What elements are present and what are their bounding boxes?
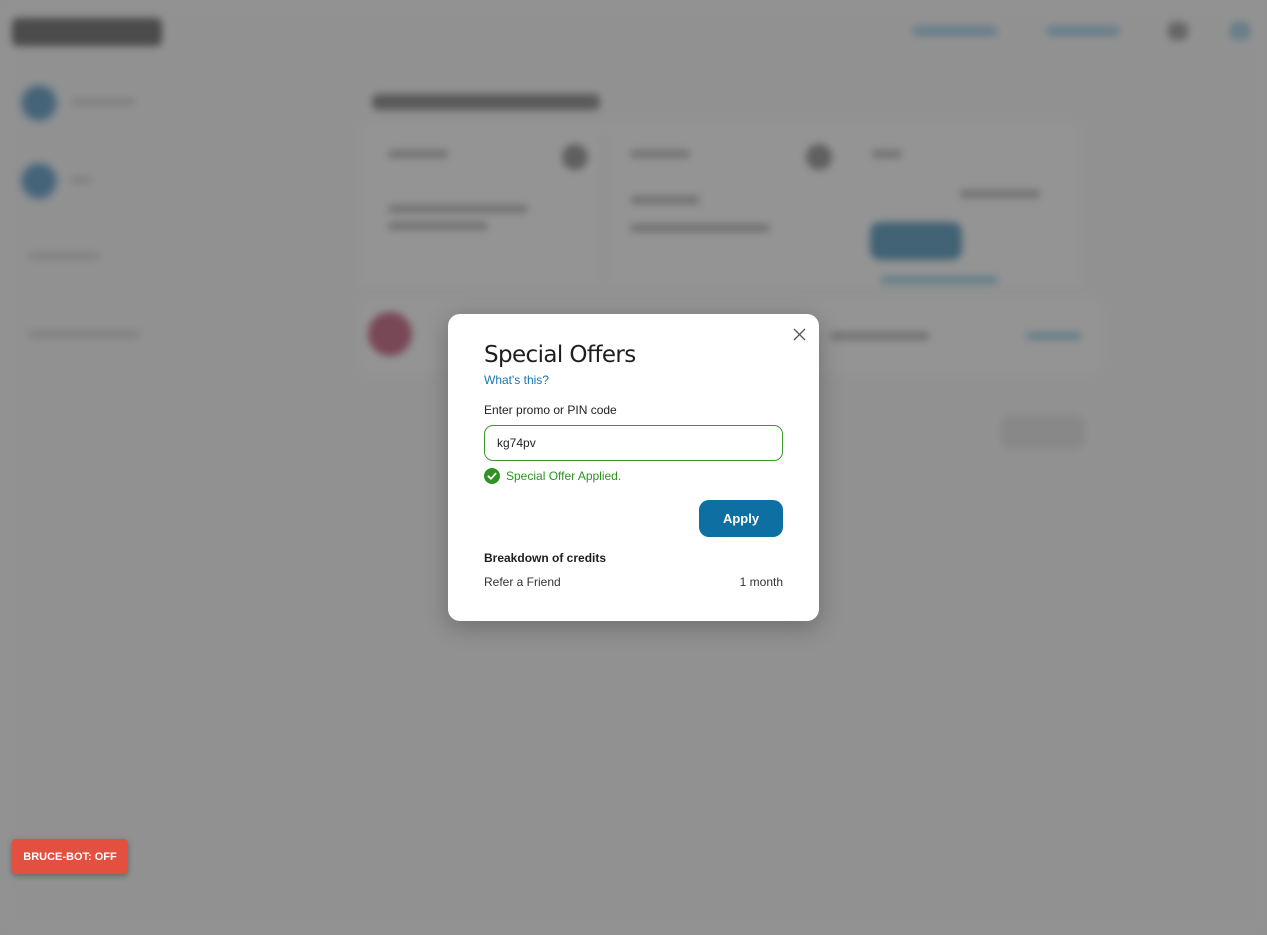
check-circle-icon [484, 468, 500, 484]
modal-title: Special Offers [484, 342, 636, 368]
success-message: Special Offer Applied. [484, 468, 621, 484]
promo-code-label: Enter promo or PIN code [484, 403, 617, 417]
credit-label: Refer a Friend [484, 575, 561, 589]
credit-value: 1 month [739, 575, 783, 589]
credit-row: Refer a Friend 1 month [484, 575, 783, 589]
breakdown-heading: Breakdown of credits [484, 551, 607, 565]
special-offers-modal: Special Offers What's this? Enter promo … [448, 314, 819, 621]
success-text: Special Offer Applied. [506, 469, 622, 483]
close-button[interactable] [789, 324, 809, 344]
apply-button[interactable]: Apply [699, 500, 783, 537]
bruce-bot-toggle[interactable]: BRUCE-BOT: OFF [12, 839, 128, 874]
close-icon [793, 328, 805, 340]
promo-code-input[interactable] [484, 425, 783, 461]
whats-this-link[interactable]: What's this? [484, 373, 549, 387]
